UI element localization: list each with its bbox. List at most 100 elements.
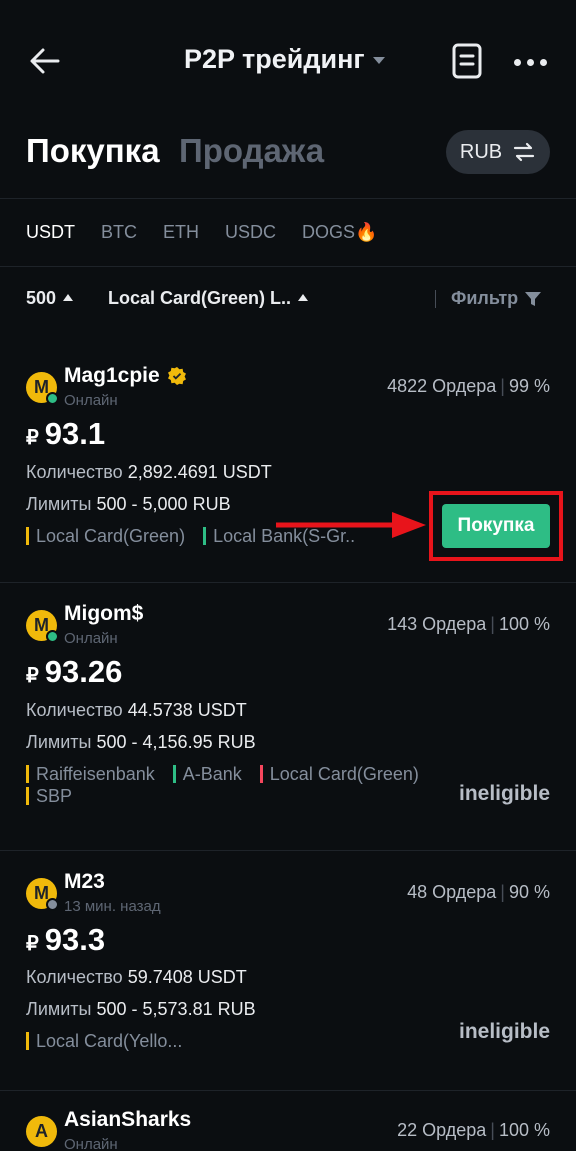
- ad-card: A AsianSharks Онлайн 22 Ордера | 100 %: [0, 1104, 576, 1151]
- page-title-dropdown[interactable]: P2P трейдинг: [184, 44, 385, 75]
- payment-methods: Local Card(Yello...: [26, 1032, 386, 1050]
- more-options-icon[interactable]: [514, 52, 548, 72]
- online-status: Онлайн: [64, 630, 118, 647]
- limits-row: Лимиты 500 - 4,156.95 RUB: [26, 732, 256, 753]
- merchant-name-row[interactable]: AsianSharks: [64, 1108, 191, 1132]
- ineligible-label: ineligible: [458, 1020, 550, 1043]
- currency-symbol: ₽: [26, 933, 39, 955]
- ad-card: M Migom$ Онлайн 143 Ордера | 100 % ₽93.26 …: [0, 598, 576, 838]
- red-arrow-icon: [276, 510, 428, 540]
- price-value: 93.3: [44, 922, 106, 957]
- currency-symbol: ₽: [26, 665, 39, 687]
- quantity-label: Количество: [26, 700, 123, 720]
- limits-value: 500 - 4,156.95 RUB: [96, 732, 256, 752]
- limits-row: Лимиты 500 - 5,000 RUB: [26, 494, 231, 515]
- divider: [0, 266, 576, 267]
- buy-button[interactable]: Покупка: [442, 504, 550, 548]
- limits-row: Лимиты 500 - 5,573.81 RUB: [26, 999, 256, 1020]
- divider: [0, 1090, 576, 1091]
- limits-value: 500 - 5,573.81 RUB: [96, 999, 256, 1019]
- last-seen: 13 мин. назад: [64, 898, 161, 915]
- quantity-row: Количество 59.7408 USDT: [26, 967, 247, 988]
- limits-label: Лимиты: [26, 494, 92, 514]
- orders-count: 22 Ордера: [397, 1120, 487, 1140]
- merchant-stats: 143 Ордера | 100 %: [387, 614, 550, 634]
- quantity-row: Количество 44.5738 USDT: [26, 700, 247, 721]
- online-status: Онлайн: [64, 1136, 118, 1151]
- merchant-name: M23: [64, 870, 105, 893]
- price-value: 93.1: [44, 416, 106, 451]
- price: ₽93.3: [26, 922, 105, 958]
- limits-value: 500 - 5,000 RUB: [96, 494, 231, 514]
- filter-button[interactable]: Фильтр: [451, 288, 542, 309]
- fiat-currency-label: RUB: [459, 140, 503, 163]
- merchant-name-row[interactable]: Mag1cpie: [64, 364, 186, 388]
- swap-icon: [514, 142, 535, 162]
- caret-up-icon: [63, 294, 74, 301]
- divider: [435, 290, 436, 308]
- filter-row: 500 Local Card(Green) L.. Фильтр: [26, 288, 550, 312]
- amount-filter-value: 500: [26, 288, 57, 308]
- payment-method: Raiffeisenbank: [26, 765, 155, 783]
- quantity-value: 44.5738 USDT: [127, 700, 247, 720]
- orders-count: 4822 Ордера: [387, 376, 497, 396]
- merchant-stats: 48 Ордера | 90 %: [407, 882, 550, 902]
- price: ₽93.26: [26, 654, 122, 690]
- orders-count: 143 Ордера: [387, 614, 487, 634]
- tab-buy[interactable]: Покупка: [26, 132, 160, 170]
- chevron-down-icon: [372, 57, 385, 64]
- online-status-dot: [46, 392, 59, 405]
- price-value: 93.26: [44, 654, 123, 689]
- payment-method: SBP: [26, 787, 72, 805]
- completion-rate: 100 %: [498, 614, 550, 634]
- payment-method: A-Bank: [172, 765, 242, 783]
- online-status: Онлайн: [64, 392, 118, 409]
- merchant-name-row[interactable]: Migom$: [64, 602, 143, 626]
- merchant-stats: 4822 Ордера | 99 %: [387, 376, 550, 396]
- quantity-row: Количество 2,892.4691 USDT: [26, 462, 272, 483]
- ad-card: M M23 13 мин. назад 48 Ордера | 90 % ₽93.3…: [0, 866, 576, 1066]
- divider: [0, 850, 576, 851]
- quantity-label: Количество: [26, 967, 123, 987]
- completion-rate: 100 %: [498, 1120, 550, 1140]
- ineligible-label: ineligible: [458, 782, 550, 805]
- caret-up-icon: [298, 294, 309, 301]
- orders-icon[interactable]: [450, 42, 484, 80]
- filter-label: Фильтр: [451, 288, 519, 308]
- coin-tab-btc[interactable]: BTC: [101, 222, 137, 243]
- funnel-icon: [525, 291, 542, 306]
- quantity-value: 2,892.4691 USDT: [127, 462, 272, 482]
- coin-tab-usdt[interactable]: USDT: [26, 222, 75, 243]
- coin-tab-eth[interactable]: ETH: [163, 222, 199, 243]
- merchant-name-row[interactable]: M23: [64, 870, 105, 894]
- limits-label: Лимиты: [26, 999, 92, 1019]
- currency-symbol: ₽: [26, 427, 39, 449]
- payment-method: Local Card(Green): [259, 765, 419, 783]
- divider: [0, 582, 576, 583]
- completion-rate: 90 %: [508, 882, 550, 902]
- fiat-currency-button[interactable]: RUB: [446, 130, 550, 174]
- orders-count: 48 Ордера: [407, 882, 497, 902]
- divider: [0, 198, 576, 199]
- merchant-name: Migom$: [64, 602, 144, 625]
- coin-tabs: USDT BTC ETH USDC DOGS🔥: [26, 222, 403, 243]
- price: ₽93.1: [26, 416, 105, 452]
- offline-status-dot: [46, 898, 59, 911]
- amount-filter[interactable]: 500: [26, 288, 74, 309]
- payment-method: Local Card(Yello...: [26, 1032, 182, 1050]
- avatar: A: [26, 1116, 57, 1147]
- payment-methods: Raiffeisenbank A-Bank Local Card(Green) …: [26, 765, 456, 805]
- merchant-name: Mag1cpie: [64, 364, 160, 387]
- tab-sell[interactable]: Продажа: [179, 132, 324, 170]
- quantity-value: 59.7408 USDT: [127, 967, 247, 987]
- quantity-label: Количество: [26, 462, 123, 482]
- payment-method: Local Card(Green): [26, 527, 185, 545]
- page-title: P2P трейдинг: [184, 44, 365, 74]
- payment-filter[interactable]: Local Card(Green) L..: [108, 288, 309, 309]
- completion-rate: 99 %: [508, 376, 550, 396]
- back-arrow-icon[interactable]: [28, 44, 62, 78]
- merchant-stats: 22 Ордера | 100 %: [397, 1120, 550, 1140]
- online-status-dot: [46, 630, 59, 643]
- coin-tab-usdc[interactable]: USDC: [225, 222, 276, 243]
- coin-tab-dogs[interactable]: DOGS🔥: [302, 222, 377, 243]
